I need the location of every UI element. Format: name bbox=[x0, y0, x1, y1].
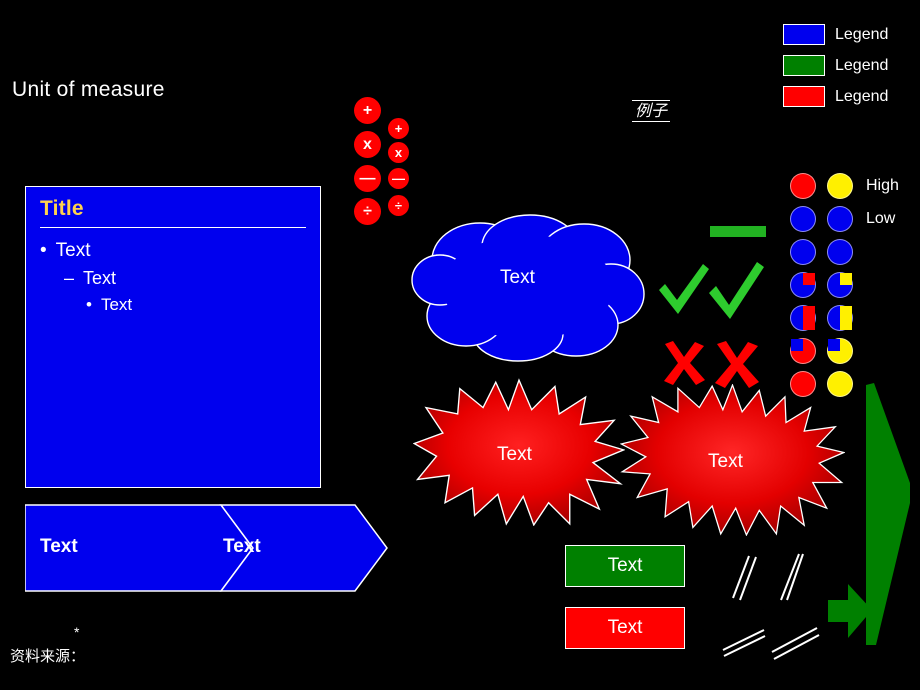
multiply-symbol-icon-large[interactable]: x bbox=[354, 131, 381, 158]
glyph: x bbox=[394, 145, 403, 160]
harvey-ball-row bbox=[790, 338, 899, 364]
bullet-text: Text bbox=[55, 240, 91, 261]
cloud-label: Text bbox=[500, 267, 535, 288]
harvey-ball-yellow-0[interactable] bbox=[827, 239, 853, 265]
content-box-title: Title bbox=[40, 197, 84, 220]
harvey-ball-row: Low bbox=[790, 206, 899, 232]
axis-break-line bbox=[732, 555, 750, 599]
harvey-ball-red-50[interactable] bbox=[790, 305, 816, 331]
harvey-ball-red-25[interactable] bbox=[790, 272, 816, 298]
ball-quadrant-fill bbox=[840, 306, 852, 318]
minus-symbol-icon-small[interactable]: — bbox=[388, 168, 409, 189]
harvey-ball-red-75[interactable] bbox=[790, 338, 816, 364]
legend-item[interactable]: Legend bbox=[783, 24, 888, 45]
status-box-label: Text bbox=[607, 617, 643, 638]
green-bar-mark[interactable] bbox=[710, 226, 766, 237]
bullet-level-2: – Text bbox=[26, 262, 320, 289]
legend-label: Legend bbox=[835, 87, 889, 105]
legend-label: Legend bbox=[835, 25, 889, 43]
glyph: ÷ bbox=[394, 198, 403, 213]
cross-mark-icon[interactable] bbox=[660, 341, 708, 386]
slide-canvas: Unit of measure Title • Text – Text • Te… bbox=[0, 0, 920, 690]
legend-item[interactable]: Legend bbox=[783, 55, 888, 76]
legend-label: Legend bbox=[835, 56, 889, 74]
harvey-ball-blue-0[interactable] bbox=[827, 206, 853, 232]
harvey-ball-yellow-75[interactable] bbox=[827, 338, 853, 364]
harvey-ball-row bbox=[790, 305, 899, 331]
harvey-ball-red-0[interactable] bbox=[790, 239, 816, 265]
glyph: ÷ bbox=[363, 202, 372, 220]
harvey-ball-red-100[interactable] bbox=[790, 173, 816, 199]
right-green-arrow[interactable] bbox=[826, 582, 876, 642]
legend-swatch-red bbox=[783, 86, 825, 107]
starburst-label-2: Text bbox=[708, 451, 743, 472]
multiply-symbol-icon-small[interactable]: x bbox=[388, 142, 409, 163]
ball-quadrant-fill bbox=[803, 318, 815, 330]
status-box-red[interactable]: Text bbox=[565, 607, 685, 649]
chevron-label-1: Text bbox=[40, 536, 78, 557]
footnote-asterisk: * bbox=[74, 624, 80, 640]
harvey-ball-yellow-100[interactable] bbox=[827, 173, 853, 199]
status-box-green[interactable]: Text bbox=[565, 545, 685, 587]
harvey-ball-row bbox=[790, 272, 899, 298]
bullet-marker: – bbox=[64, 268, 75, 288]
content-box[interactable]: Title • Text – Text • Text bbox=[25, 186, 321, 488]
harvey-ball-blue-0[interactable] bbox=[790, 206, 816, 232]
status-box-label: Text bbox=[607, 555, 643, 576]
cross-mark-icon[interactable] bbox=[712, 341, 762, 389]
harvey-ball-yellow-50[interactable] bbox=[827, 305, 853, 331]
plus-symbol-icon-small[interactable]: + bbox=[388, 118, 409, 139]
harvey-ball-grid: High Low bbox=[790, 173, 899, 404]
legend-swatch-green bbox=[783, 55, 825, 76]
glyph: — bbox=[392, 171, 405, 186]
chevron-label-2: Text bbox=[223, 536, 261, 557]
minus-symbol-icon-large[interactable]: — bbox=[354, 165, 381, 192]
ball-quadrant-fill bbox=[803, 306, 815, 318]
harvey-ball-row bbox=[790, 239, 899, 265]
ball-quadrant-fill bbox=[840, 318, 852, 330]
harvey-ball-yellow-25[interactable] bbox=[827, 272, 853, 298]
harvey-ball-label-low: Low bbox=[866, 210, 896, 227]
bullet-level-1: • Text bbox=[26, 228, 320, 262]
axis-break-line bbox=[739, 556, 757, 601]
divide-symbol-icon-small[interactable]: ÷ bbox=[388, 195, 409, 216]
harvey-ball-row: High bbox=[790, 173, 899, 199]
harvey-ball-label-high: High bbox=[866, 177, 899, 194]
ball-quadrant-empty bbox=[791, 339, 803, 351]
bullet-text: Text bbox=[100, 295, 133, 314]
plus-symbol-icon-large[interactable]: + bbox=[354, 97, 381, 124]
bullet-level-3: • Text bbox=[26, 289, 320, 315]
footnote-source-label: 资料来源： bbox=[10, 647, 86, 665]
unit-of-measure-label: Unit of measure bbox=[12, 78, 165, 101]
ball-quadrant-fill bbox=[840, 273, 852, 285]
check-mark-icon[interactable] bbox=[705, 257, 767, 325]
legend: Legend Legend Legend bbox=[783, 24, 888, 117]
glyph: x bbox=[363, 135, 372, 153]
ball-quadrant-empty bbox=[828, 339, 840, 351]
glyph: + bbox=[362, 101, 373, 119]
example-label: 例子 bbox=[632, 100, 671, 122]
starburst-label-1: Text bbox=[497, 444, 532, 465]
ball-quadrant-fill bbox=[803, 273, 815, 285]
legend-swatch-blue bbox=[783, 24, 825, 45]
legend-item[interactable]: Legend bbox=[783, 86, 888, 107]
glyph: + bbox=[394, 121, 403, 136]
glyph: — bbox=[359, 169, 376, 187]
bullet-marker: • bbox=[40, 240, 47, 261]
bullet-marker: • bbox=[86, 295, 92, 314]
chevron-process-arrow[interactable] bbox=[25, 503, 390, 593]
divide-symbol-icon-large[interactable]: ÷ bbox=[354, 198, 381, 225]
bullet-text: Text bbox=[83, 268, 117, 288]
